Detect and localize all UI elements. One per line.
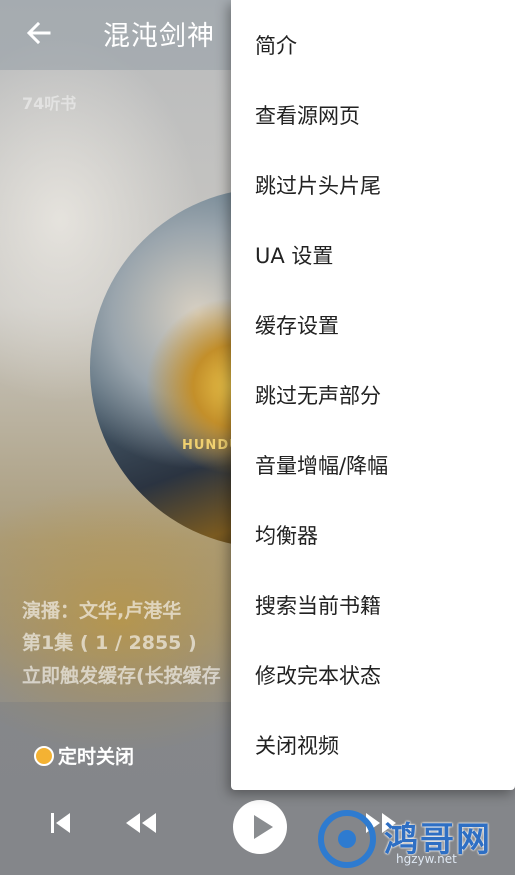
menu-item-volume-boost[interactable]: 音量增幅/降幅 (231, 430, 515, 500)
arrow-left-icon[interactable] (22, 16, 56, 50)
play-button[interactable] (233, 800, 287, 854)
menu-item-skip-intro-outro[interactable]: 跳过片头片尾 (231, 150, 515, 220)
cache-trigger[interactable]: 立即触发缓存(长按缓存 (22, 661, 221, 688)
play-icon (254, 815, 273, 839)
menu-item-edit-completion[interactable]: 修改完本状态 (231, 640, 515, 710)
overflow-menu: 简介 查看源网页 跳过片头片尾 UA 设置 缓存设置 跳过无声部分 音量增幅/降… (231, 0, 515, 790)
alarm-clock-icon (34, 746, 54, 766)
menu-item-ua-settings[interactable]: UA 设置 (231, 220, 515, 290)
watermark-logo (318, 810, 376, 868)
sleep-timer-button[interactable]: 定时关闭 (34, 742, 134, 769)
narrator-text: 演播：文华,卢港华 (22, 600, 182, 622)
menu-item-search-book[interactable]: 搜索当前书籍 (231, 570, 515, 640)
menu-item-view-source[interactable]: 查看源网页 (231, 80, 515, 150)
menu-item-skip-silence[interactable]: 跳过无声部分 (231, 360, 515, 430)
rewind-icon[interactable] (122, 810, 160, 836)
sleep-timer-label: 定时关闭 (58, 746, 135, 768)
skip-previous-icon[interactable] (48, 810, 74, 836)
episode-text: 第1集 ( 1 / 2855 ) (22, 632, 197, 654)
menu-item-close-video[interactable]: 关闭视频 (231, 710, 515, 780)
menu-item-cache-settings[interactable]: 缓存设置 (231, 290, 515, 360)
source-label: 74听书 (22, 94, 77, 113)
menu-item-intro[interactable]: 简介 (231, 10, 515, 80)
watermark-url: hgzyw.net (396, 852, 457, 866)
watermark: 鸿哥网 hgzyw.net (318, 808, 508, 870)
menu-item-equalizer[interactable]: 均衡器 (231, 500, 515, 570)
page-title: 混沌剑神 (103, 21, 215, 52)
